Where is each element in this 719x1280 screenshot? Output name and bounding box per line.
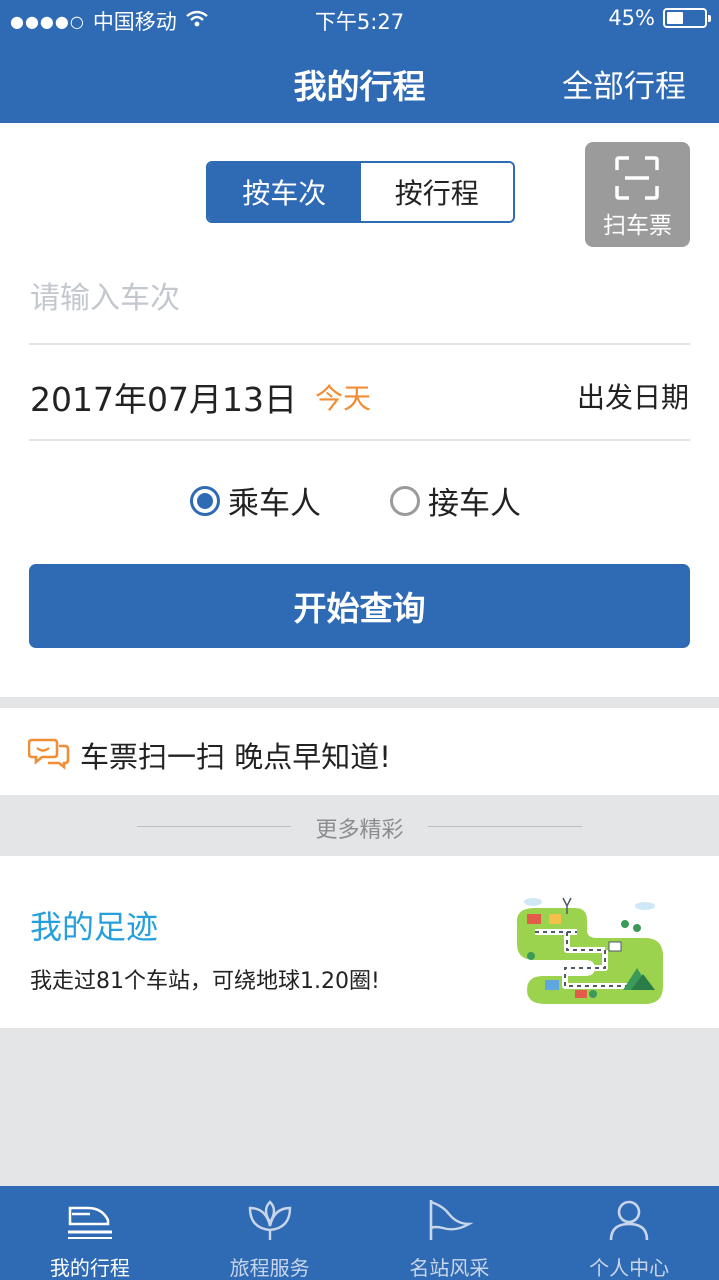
radio-checked-icon bbox=[190, 485, 220, 516]
tab-personal-center[interactable]: 个人中心 bbox=[539, 1186, 719, 1280]
status-bar: ●●●●○ 中国移动 下午5:27 45% bbox=[0, 0, 719, 40]
radio-passenger[interactable]: 乘车人 bbox=[190, 478, 321, 523]
query-panel: 按车次 按行程 扫车票 请输入车次 2017年07月13日 今天 出发日期 乘车… bbox=[0, 123, 719, 697]
person-icon bbox=[609, 1200, 649, 1241]
divider bbox=[29, 439, 690, 441]
notice-text: 车票扫一扫 晚点早知道! bbox=[80, 740, 391, 774]
departure-date-label: 出发日期 bbox=[576, 381, 689, 414]
scan-icon bbox=[615, 156, 659, 200]
tab-by-trip[interactable]: 按行程 bbox=[360, 163, 513, 221]
tab-label: 个人中心 bbox=[589, 1256, 670, 1280]
nav-bar: 我的行程 全部行程 bbox=[0, 40, 719, 123]
status-right: 45% bbox=[608, 6, 711, 30]
footprint-map-illustration bbox=[516, 897, 663, 1004]
more-label: 更多精彩 bbox=[315, 818, 404, 843]
scan-ticket-label: 扫车票 bbox=[603, 213, 672, 239]
tab-famous-stations[interactable]: 名站风采 bbox=[360, 1186, 540, 1280]
all-trips-button[interactable]: 全部行程 bbox=[562, 61, 686, 106]
battery-icon bbox=[663, 8, 711, 28]
lotus-icon bbox=[248, 1200, 291, 1240]
chat-bubble-icon bbox=[28, 738, 70, 770]
tab-label: 我的行程 bbox=[49, 1256, 130, 1280]
battery-percent: 45% bbox=[608, 6, 655, 30]
bottom-tab-bar: 我的行程 旅程服务 名站风采 个人中心 bbox=[0, 1186, 719, 1280]
radio-pickup-label: 接车人 bbox=[428, 486, 521, 522]
radio-passenger-label: 乘车人 bbox=[228, 486, 321, 522]
flag-icon bbox=[430, 1200, 474, 1240]
scan-notice[interactable]: 车票扫一扫 晚点早知道! bbox=[0, 708, 719, 795]
radio-unchecked-icon bbox=[390, 485, 420, 516]
footprint-title: 我的足迹 bbox=[30, 908, 159, 946]
scan-ticket-button[interactable]: 扫车票 bbox=[585, 142, 690, 247]
divider-line bbox=[428, 826, 582, 827]
tab-label: 旅程服务 bbox=[229, 1256, 310, 1280]
train-number-input[interactable]: 请输入车次 bbox=[30, 273, 180, 317]
tab-my-trips[interactable]: 我的行程 bbox=[0, 1186, 180, 1280]
radio-pickup[interactable]: 接车人 bbox=[390, 478, 521, 523]
footprint-subtitle: 我走过81个车站，可绕地球1.20圈! bbox=[30, 969, 380, 994]
tab-label: 名站风采 bbox=[409, 1256, 490, 1280]
tab-trip-service[interactable]: 旅程服务 bbox=[180, 1186, 360, 1280]
divider bbox=[29, 343, 690, 345]
departure-date-value[interactable]: 2017年07月13日 bbox=[30, 373, 297, 421]
footprint-card[interactable]: 我的足迹 我走过81个车站，可绕地球1.20圈! bbox=[0, 856, 719, 1028]
tab-by-train[interactable]: 按车次 bbox=[208, 163, 361, 221]
train-icon bbox=[67, 1206, 112, 1239]
more-section-header: 更多精彩 bbox=[0, 795, 719, 856]
query-mode-segment: 按车次 按行程 bbox=[206, 161, 515, 223]
start-search-button[interactable]: 开始查询 bbox=[29, 564, 690, 648]
today-badge: 今天 bbox=[315, 382, 372, 415]
